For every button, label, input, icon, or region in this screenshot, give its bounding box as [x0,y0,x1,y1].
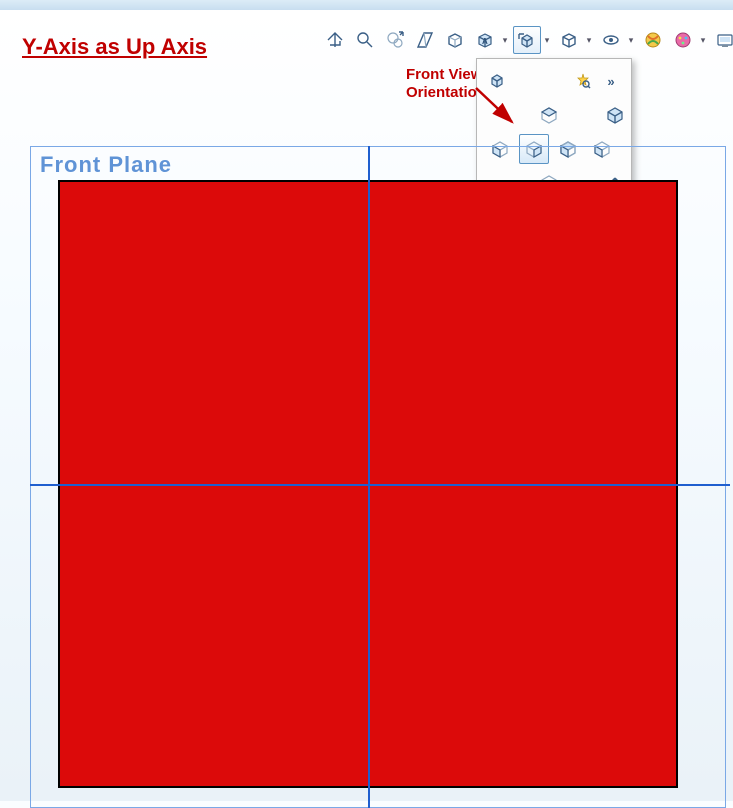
svg-text:A: A [482,37,488,46]
display-style-dropdown-icon[interactable]: ▾ [584,27,594,53]
annotation-line1: Front View [406,66,482,83]
page-title: Y-Axis as Up Axis [22,34,207,60]
display-style-button[interactable] [555,26,583,54]
orient-3d-button[interactable]: A [471,26,499,54]
view-orientation-button[interactable] [513,26,541,54]
section-view-button[interactable] [411,26,439,54]
annotation-label: Front View Orientation [406,66,486,102]
zoom-to-area-button[interactable] [351,26,379,54]
more-views-button[interactable]: » [599,69,623,93]
apply-scene-button[interactable] [639,26,667,54]
hide-show-button[interactable] [597,26,625,54]
appearance-dropdown-icon[interactable]: ▾ [698,27,708,53]
hide-show-dropdown-icon[interactable]: ▾ [626,27,636,53]
isometric-view-button[interactable] [603,100,627,130]
top-view-button[interactable] [537,100,561,130]
origin-vertical-axis [368,146,370,808]
view-settings-button[interactable] [711,26,733,54]
previous-view-button[interactable] [381,26,409,54]
heads-up-toolbar: A ▾ ▾ ▾ ▾ ▾ ▾ [320,24,733,56]
plane-label: Front Plane [40,152,172,178]
origin-horizontal-axis [30,484,730,486]
orient-dropdown-icon[interactable]: ▾ [500,27,510,53]
graphics-viewport: Y-Axis as Up Axis A ▾ ▾ ▾ [0,10,733,801]
zoom-to-fit-button[interactable] [321,26,349,54]
view-selector-button[interactable] [485,69,509,93]
edit-appearance-button[interactable] [669,26,697,54]
flyout-header-row: » [483,65,625,97]
annotation-line2: Orientation [406,84,486,101]
new-view-button[interactable] [571,69,595,93]
dynamic-annotation-button[interactable] [441,26,469,54]
flyout-row-top [483,99,625,131]
view-orientation-dropdown-icon[interactable]: ▾ [542,27,552,53]
